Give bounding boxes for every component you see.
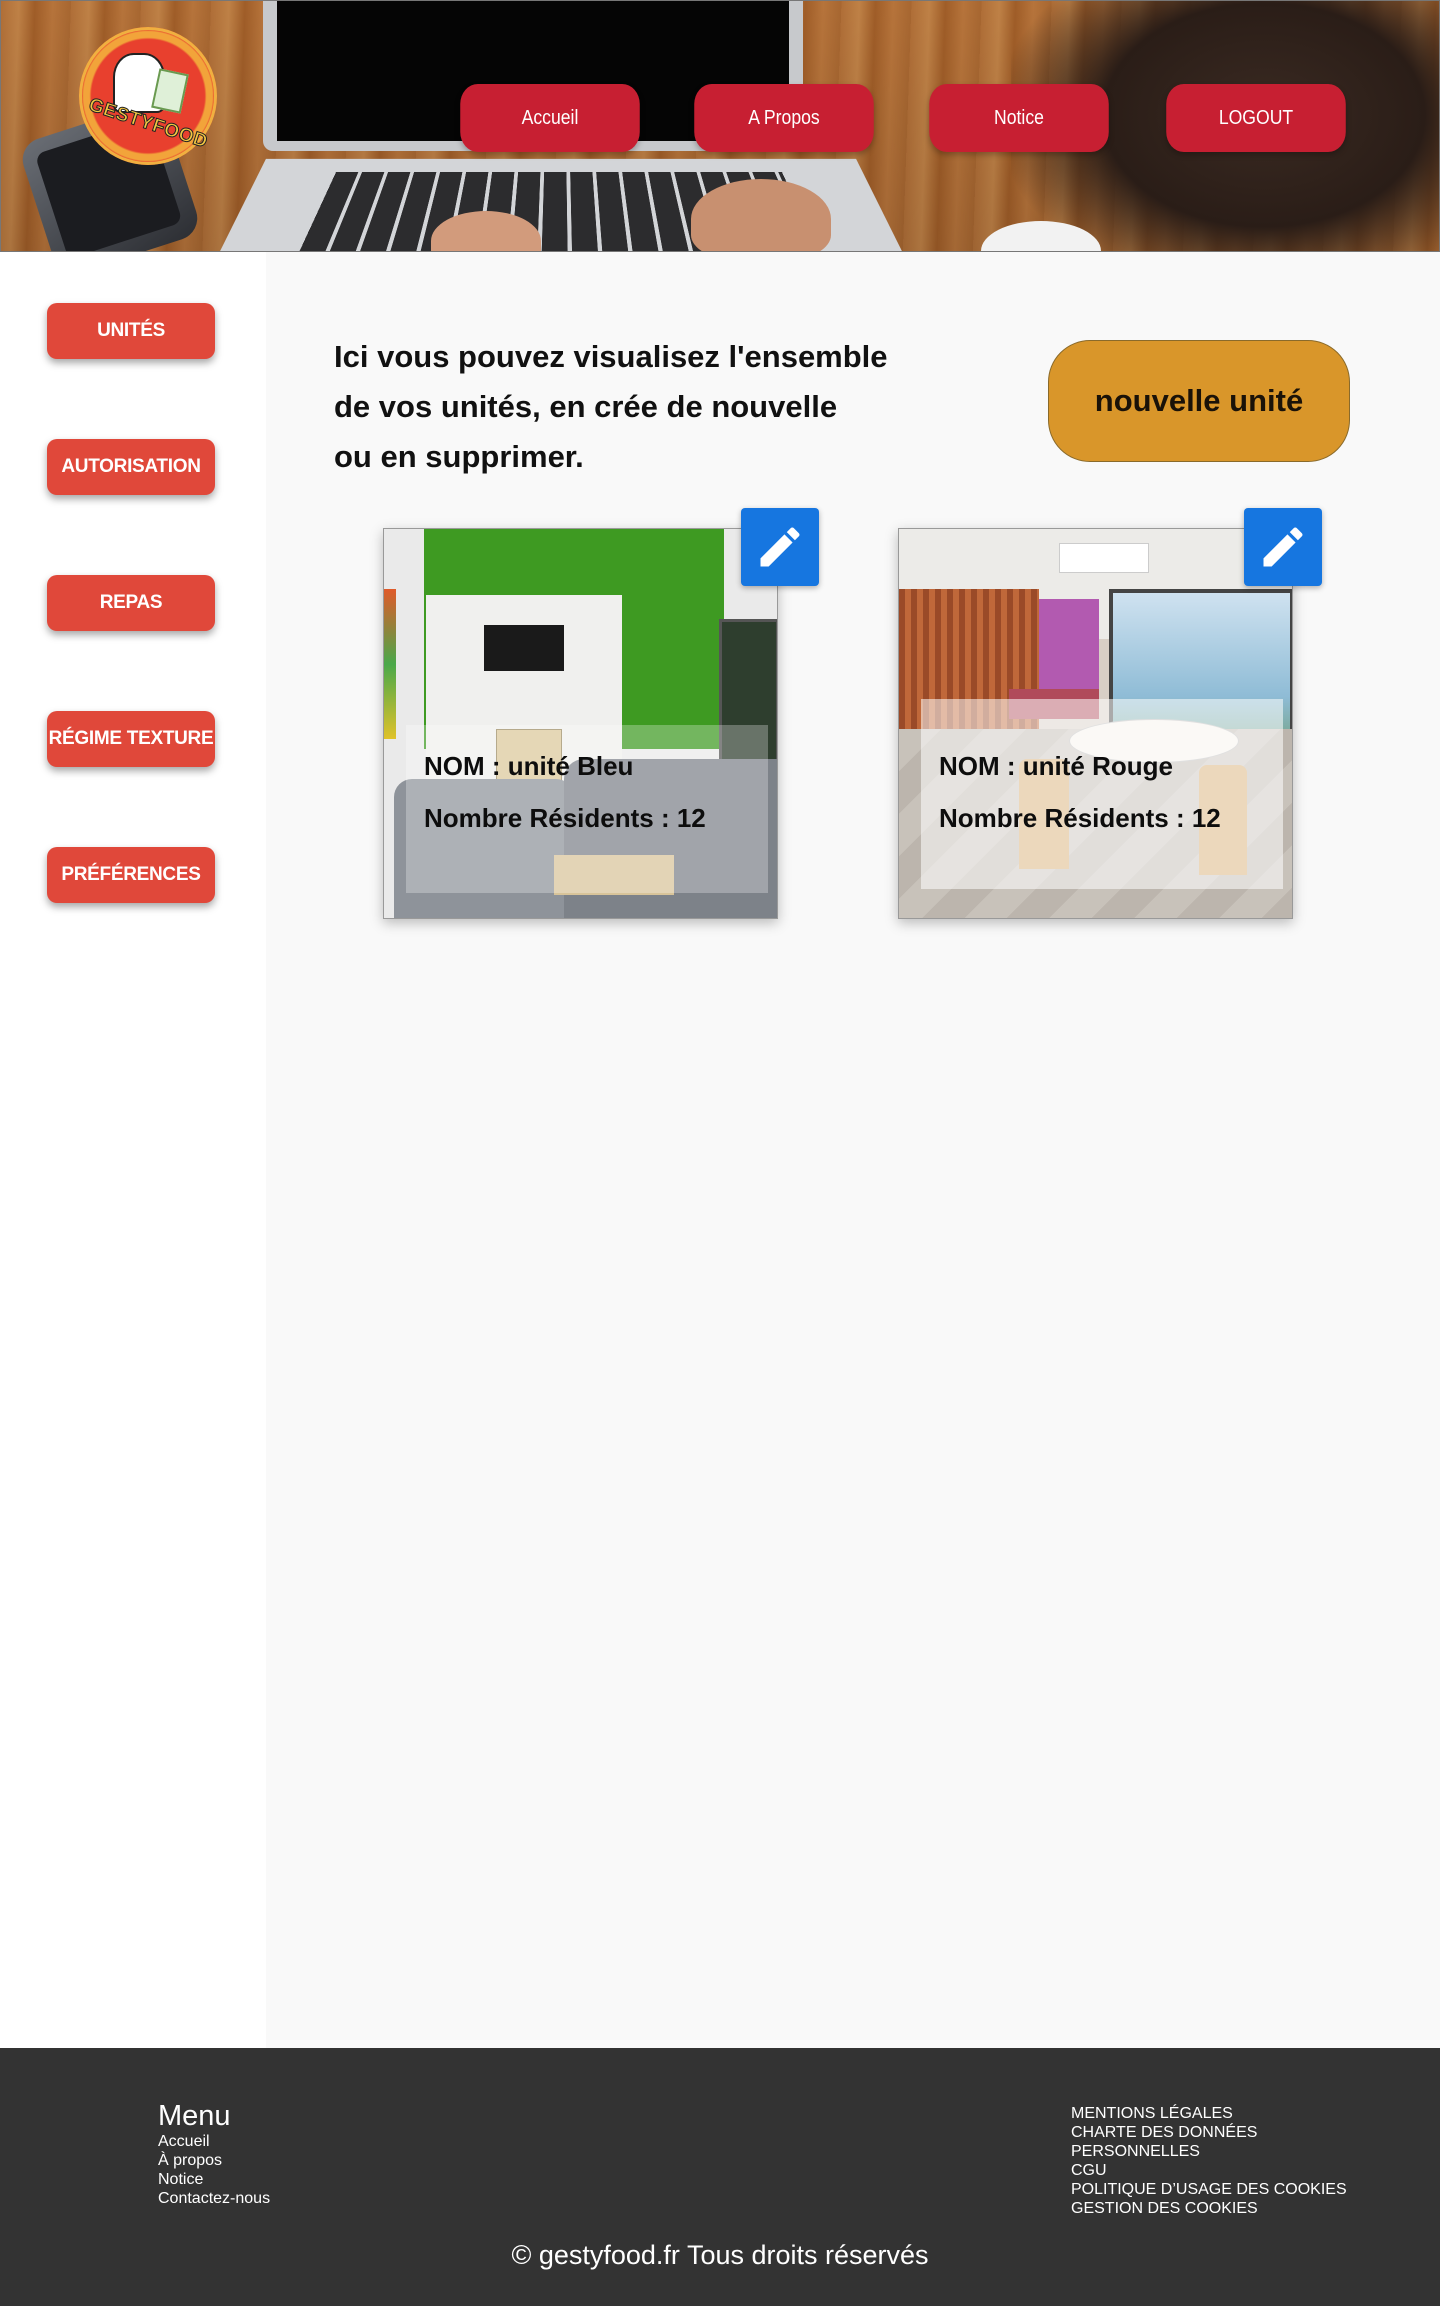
footer-link-notice[interactable]: Notice <box>158 2170 270 2189</box>
ceiling-light-image <box>1059 543 1149 573</box>
unit-name: NOM : unité Rouge <box>939 751 1173 781</box>
footer-link-contact[interactable]: Contactez-nous <box>158 2189 270 2208</box>
nav-a-propos-button[interactable]: A Propos <box>694 84 874 152</box>
footer-link-politique-cookies[interactable]: POLITIQUE D’USAGE DES COOKIES <box>1071 2180 1347 2199</box>
footer-legal-links: MENTIONS LÉGALES CHARTE DES DONNÉES PERS… <box>1071 2104 1347 2218</box>
logout-button[interactable]: LOGOUT <box>1166 84 1346 152</box>
intro-line: de vos unités, en crée de nouvelle <box>334 389 838 424</box>
footer-link-a-propos[interactable]: À propos <box>158 2151 270 2170</box>
footer-menu-title: Menu <box>158 2100 231 2132</box>
gestyfood-logo[interactable]: GESTYFOOD <box>79 27 217 165</box>
sidebar-item-unites[interactable]: UNITÉS <box>47 303 215 359</box>
pencil-icon <box>760 527 800 567</box>
header-banner: GESTYFOOD Accueil A Propos Notice LOGOUT <box>0 0 1440 252</box>
unit-name: NOM : unité Bleu <box>424 751 634 781</box>
hand-image <box>691 179 831 251</box>
nav-notice-button[interactable]: Notice <box>929 84 1109 152</box>
footer-link-charte-personnelles[interactable]: PERSONNELLES <box>1071 2142 1347 2161</box>
intro-line: Ici vous pouvez visualisez l'ensemble <box>334 339 888 374</box>
unit-residents: Nombre Résidents : 12 <box>939 803 1221 833</box>
sidebar-item-preferences[interactable]: PRÉFÉRENCES <box>47 847 215 903</box>
intro-line: ou en supprimer. <box>334 439 584 474</box>
footer-link-accueil[interactable]: Accueil <box>158 2132 270 2151</box>
intro-text: Ici vous pouvez visualisez l'ensemble de… <box>334 332 974 482</box>
pencil-icon <box>1263 527 1303 567</box>
unit-card-bleu[interactable]: NOM : unité Bleu Nombre Résidents : 12 <box>383 528 778 919</box>
main-content: Ici vous pouvez visualisez l'ensemble de… <box>266 252 1440 2048</box>
new-unit-button[interactable]: nouvelle unité <box>1048 340 1350 462</box>
sidebar-item-regime-texture[interactable]: RÉGIME TEXTURE <box>47 711 215 767</box>
unit-card-rouge[interactable]: NOM : unité Rouge Nombre Résidents : 12 <box>898 528 1293 919</box>
footer-link-cgu[interactable]: CGU <box>1071 2161 1347 2180</box>
sidebar-item-autorisation[interactable]: AUTORISATION <box>47 439 215 495</box>
edit-unit-bleu-button[interactable] <box>741 508 819 586</box>
footer-link-mentions-legales[interactable]: MENTIONS LÉGALES <box>1071 2104 1347 2123</box>
unit-residents: Nombre Résidents : 12 <box>424 803 706 833</box>
nav-accueil-button[interactable]: Accueil <box>460 84 640 152</box>
room-art-image <box>384 589 396 739</box>
sidebar: UNITÉS AUTORISATION REPAS RÉGIME TEXTURE… <box>0 252 266 2048</box>
sidebar-item-repas[interactable]: REPAS <box>47 575 215 631</box>
tv-image <box>484 625 564 671</box>
footer-link-gestion-cookies[interactable]: GESTION DES COOKIES <box>1071 2199 1347 2218</box>
footer: Menu Accueil À propos Notice Contactez-n… <box>0 2048 1440 2306</box>
footer-menu-links: Accueil À propos Notice Contactez-nous <box>158 2132 270 2208</box>
footer-link-charte-donnees[interactable]: CHARTE DES DONNÉES <box>1071 2123 1347 2142</box>
edit-unit-rouge-button[interactable] <box>1244 508 1322 586</box>
copyright-text: © gestyfood.fr Tous droits réservés <box>511 2240 929 2270</box>
card-overlay <box>921 699 1283 889</box>
